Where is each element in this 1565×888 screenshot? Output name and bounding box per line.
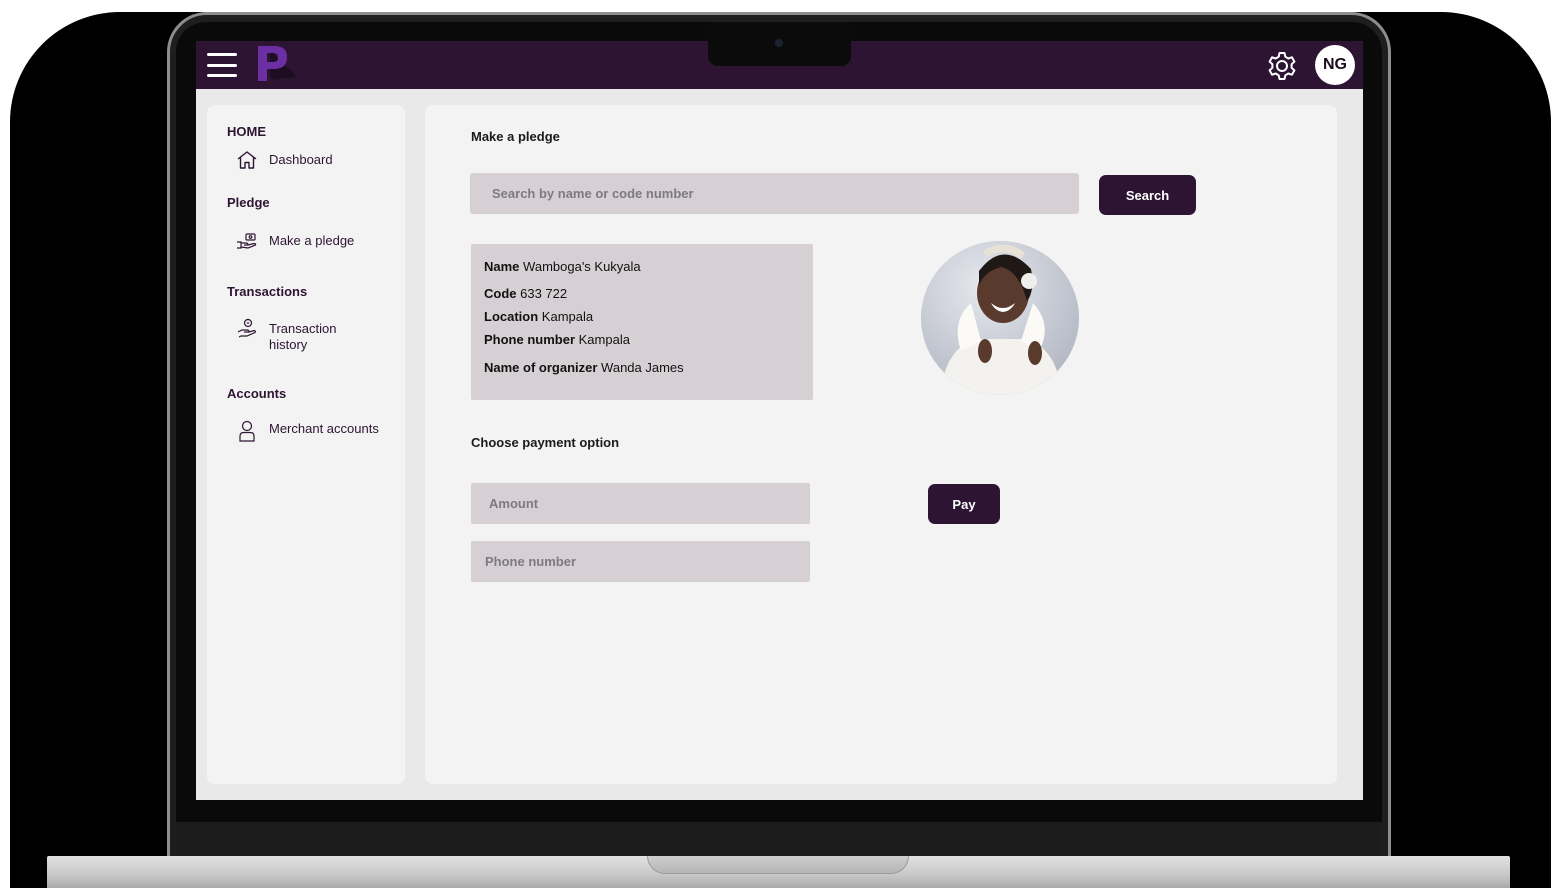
sidebar-item-dashboard[interactable]: Dashboard (235, 149, 333, 171)
avatar[interactable]: NG (1315, 45, 1355, 85)
detail-location: Location Kampala (484, 309, 594, 324)
sidebar-item-label: Transaction history (269, 321, 337, 352)
detail-phone: Phone number Kampala (484, 332, 630, 347)
detail-name: Name Wamboga's Kukyala (484, 259, 641, 274)
transaction-hand-icon (235, 318, 259, 340)
pledge-hand-icon (235, 230, 259, 252)
logo (258, 46, 296, 81)
sidebar-heading-transactions: Transactions (227, 284, 308, 299)
camera-icon (775, 39, 783, 47)
home-icon (235, 149, 259, 171)
hamburger-menu-icon[interactable] (207, 53, 237, 77)
payment-section-title: Choose payment option (471, 435, 620, 450)
laptop-chin (176, 822, 1382, 856)
sidebar-item-transaction-history[interactable]: Transaction history (235, 318, 359, 353)
pay-button[interactable]: Pay (928, 484, 1000, 524)
sidebar-item-make-a-pledge[interactable]: Make a pledge (235, 230, 354, 252)
sidebar: HOME Dashboard Pledge Make a pledge Tran… (207, 105, 405, 784)
sidebar-item-merchant-accounts[interactable]: Merchant accounts (235, 418, 379, 444)
phone-number-field[interactable] (471, 541, 810, 582)
camera-notch (708, 22, 851, 66)
laptop-base (47, 856, 1510, 888)
page-title: Make a pledge (471, 129, 560, 144)
search-button[interactable]: Search (1099, 175, 1196, 215)
amount-field[interactable] (471, 483, 810, 524)
sidebar-item-label: Merchant accounts (269, 421, 379, 436)
user-icon (235, 418, 259, 444)
pledge-details-card: Name Wamboga's Kukyala Code 633 722 Loca… (471, 244, 813, 400)
sidebar-item-label: Dashboard (269, 152, 333, 167)
sidebar-item-label: Make a pledge (269, 233, 355, 248)
main-panel: Make a pledge Search Name Wamboga's Kuky… (425, 105, 1337, 784)
gear-icon[interactable] (1266, 50, 1298, 82)
profile-photo (921, 241, 1079, 395)
detail-organizer: Name of organizer Wanda James (484, 360, 684, 375)
sidebar-heading-home: HOME (227, 124, 266, 139)
sidebar-heading-pledge: Pledge (227, 195, 270, 210)
detail-code: Code 633 722 (484, 286, 568, 301)
screen: NG HOME Dashboard Pledge Make a pledge T… (196, 41, 1363, 800)
search-input[interactable] (470, 173, 1079, 214)
laptop-base-notch (647, 856, 909, 874)
sidebar-heading-accounts: Accounts (227, 386, 287, 401)
